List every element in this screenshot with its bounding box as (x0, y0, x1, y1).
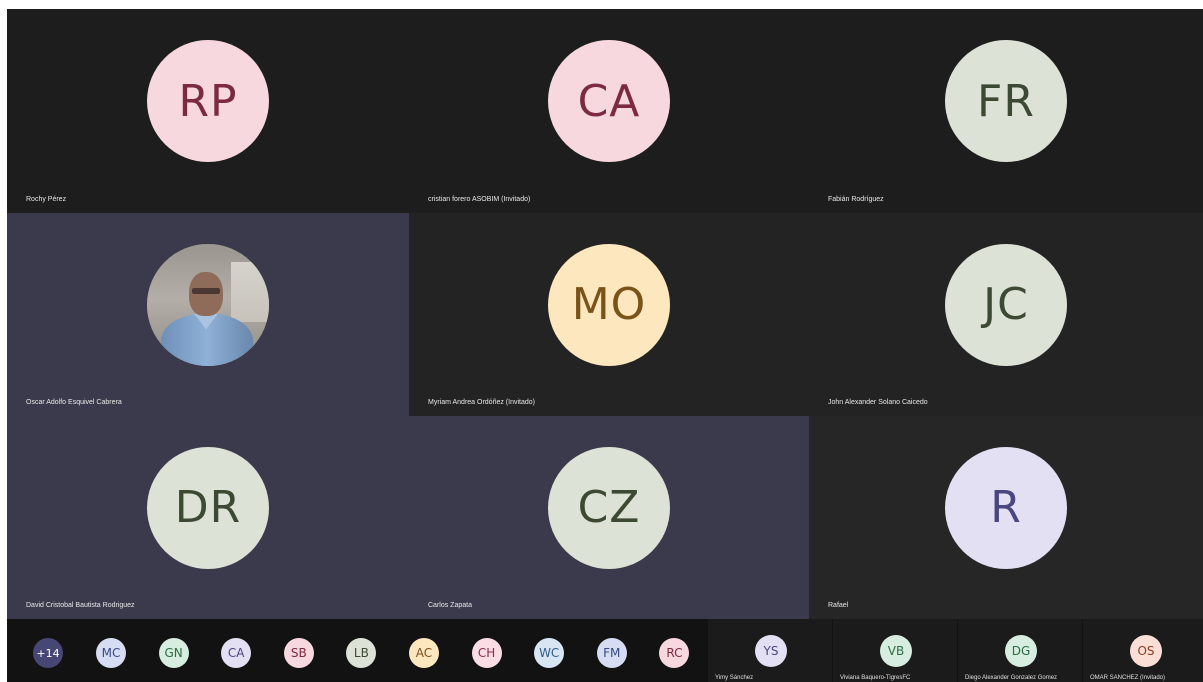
participant-tile[interactable]: JC John Alexander Solano Caicedo (809, 213, 1203, 416)
participant-name: Oscar Adolfo Esquivel Cabrera (26, 399, 122, 406)
participant-avatar: RP (147, 40, 269, 162)
participant-avatar: FR (945, 40, 1067, 162)
participant-avatar: DG (1005, 635, 1037, 667)
participant-mini-tile[interactable]: YS Yimy Sánchez (708, 619, 832, 682)
participant-name: Rochy Pérez (26, 196, 67, 203)
participant-name: Viviana Baquero-TigresFC (840, 675, 911, 681)
participant-tile[interactable]: Oscar Adolfo Esquivel Cabrera (7, 213, 409, 416)
participant-name: Yimy Sánchez (715, 675, 754, 681)
participant-avatar: R (945, 446, 1067, 569)
participant-chip[interactable]: MC (96, 638, 126, 668)
participant-avatar: MO (548, 243, 670, 366)
participant-avatar: VB (880, 635, 912, 667)
participant-name: John Alexander Solano Caicedo (828, 399, 928, 406)
participant-name: cristian forero ASOBIM (Invitado) (428, 196, 531, 203)
participant-tile[interactable]: CA cristian forero ASOBIM (Invitado) (409, 9, 809, 213)
participant-name: OMAR SANCHEZ (Invitado) (1090, 675, 1166, 681)
participant-strip: +14 MC GN CA SB LB AC CH WC FM RC YS Yimy Sánchez VB V… (7, 619, 1203, 682)
participant-name: Carlos Zapata (428, 602, 472, 609)
meeting-stage: RP Rochy Pérez CA cristian forero ASOBIM (I… (7, 9, 1203, 682)
participant-tile[interactable]: DR David Cristobal Bautista Rodriguez (7, 416, 409, 619)
participant-tile[interactable]: MO Myriam Andrea Ordóñez (Invitado) (409, 213, 809, 416)
participant-tile[interactable]: RP Rochy Pérez (7, 9, 409, 213)
participant-mini-tile[interactable]: DG Diego Alexander Gonzalez Gomez (958, 619, 1082, 682)
participant-name: Rafael (828, 602, 849, 609)
participant-chip[interactable]: CH (471, 638, 502, 668)
participant-avatar: YS (755, 635, 787, 667)
participant-name: Fabián Rodríguez (828, 196, 884, 203)
participant-avatar: OS (1130, 635, 1162, 667)
participant-tile[interactable]: R Rafael (809, 416, 1203, 619)
participant-chip[interactable]: SB (283, 638, 314, 668)
participant-chip[interactable]: RC (659, 638, 690, 668)
participant-mini-tile[interactable]: OS OMAR SANCHEZ (Invitado) (1083, 619, 1203, 682)
participant-name: Myriam Andrea Ordóñez (Invitado) (428, 399, 535, 406)
participant-grid: RP Rochy Pérez CA cristian forero ASOBIM (I… (7, 9, 1203, 619)
participant-avatar: CZ (548, 446, 670, 569)
participant-mini-tile[interactable]: VB Viviana Baquero-TigresFC (833, 619, 957, 682)
participant-video (147, 243, 269, 366)
more-participants-button[interactable]: +14 (33, 638, 63, 668)
participant-name: Diego Alexander Gonzalez Gomez (965, 675, 1058, 681)
participant-chip[interactable]: AC (409, 638, 439, 668)
participant-chip[interactable]: CA (221, 638, 252, 668)
participant-tile[interactable]: CZ Carlos Zapata (409, 416, 809, 619)
participant-chip[interactable]: LB (346, 638, 377, 668)
participant-tile[interactable]: FR Fabián Rodríguez (809, 9, 1203, 213)
participant-avatar: JC (945, 243, 1067, 366)
participant-avatar: DR (147, 446, 269, 569)
participant-name: David Cristobal Bautista Rodriguez (26, 602, 135, 609)
participant-chip[interactable]: WC (534, 638, 565, 668)
participant-chip[interactable]: FM (596, 638, 627, 668)
participant-chip[interactable]: GN (158, 638, 189, 668)
participant-avatar: CA (548, 40, 670, 162)
